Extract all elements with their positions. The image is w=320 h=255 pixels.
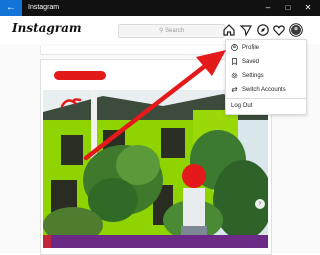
- redacted-username: [54, 71, 106, 80]
- profile-avatar-icon[interactable]: [289, 23, 303, 37]
- explore-icon[interactable]: [256, 23, 270, 37]
- home-icon[interactable]: [222, 23, 236, 37]
- menu-item-saved[interactable]: Saved: [226, 55, 306, 69]
- gear-icon: [231, 72, 238, 79]
- back-arrow-icon[interactable]: ←: [0, 0, 22, 16]
- instagram-logo[interactable]: Instagram: [12, 21, 82, 35]
- menu-label-settings: Settings: [242, 73, 264, 79]
- next-photo-button[interactable]: ›: [255, 199, 265, 209]
- menu-label-profile: Profile: [242, 45, 260, 51]
- menu-item-profile[interactable]: Profile: [226, 41, 306, 55]
- maximize-icon[interactable]: □: [279, 0, 297, 16]
- bookmark-icon: [232, 58, 237, 65]
- profile-dropdown-menu: Profile Saved Settings Switch Accounts L…: [225, 39, 307, 115]
- window-title-bar: ← Instagram – □ ✕: [0, 0, 320, 16]
- activity-heart-icon[interactable]: [272, 23, 286, 37]
- menu-label-saved: Saved: [242, 59, 260, 65]
- window-title: Instagram: [28, 4, 60, 11]
- menu-label-logout: Log Out: [231, 103, 253, 109]
- menu-item-switch-accounts[interactable]: Switch Accounts: [226, 83, 306, 97]
- menu-item-logout[interactable]: Log Out: [226, 99, 306, 113]
- close-icon[interactable]: ✕: [299, 0, 317, 16]
- menu-item-settings[interactable]: Settings: [226, 69, 306, 83]
- profile-icon: [231, 44, 238, 51]
- minimize-icon[interactable]: –: [259, 0, 277, 16]
- menu-label-switch-accounts: Switch Accounts: [242, 87, 286, 93]
- search-icon: ⚲: [158, 28, 164, 34]
- search-placeholder: Search: [165, 28, 185, 34]
- direct-message-icon[interactable]: [239, 23, 253, 37]
- search-input[interactable]: ⚲ Search: [118, 24, 225, 38]
- switch-icon: [231, 86, 238, 93]
